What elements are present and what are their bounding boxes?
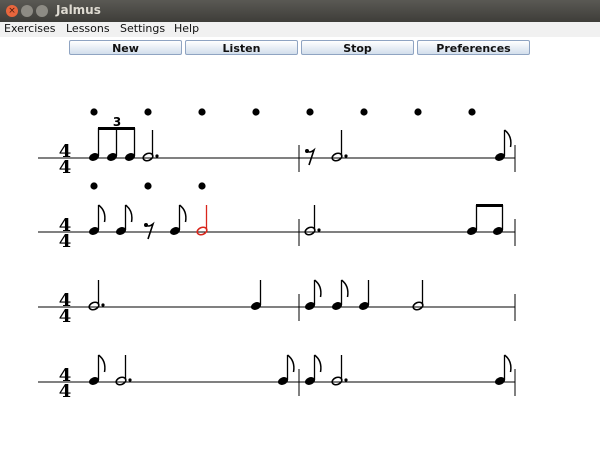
beat-marker xyxy=(252,108,260,116)
metronome-beats xyxy=(90,182,206,190)
window-title: Jalmus xyxy=(56,3,101,17)
dotted-half-note xyxy=(114,355,132,387)
triplet-label: 3 xyxy=(113,115,121,129)
half-note xyxy=(411,280,425,312)
menu-help[interactable]: Help xyxy=(174,22,199,36)
staff-row-2: 4 4 xyxy=(38,182,516,252)
beat-marker xyxy=(198,182,206,190)
beat-marker xyxy=(144,108,152,116)
metronome-beats xyxy=(90,108,476,116)
triplet-group: 3 xyxy=(87,115,137,163)
time-signature-bottom: 4 xyxy=(59,157,72,178)
beat-marker xyxy=(360,108,368,116)
eighth-rest xyxy=(305,147,316,166)
title-bar: × Jalmus xyxy=(0,0,600,22)
quarter-note xyxy=(249,280,263,312)
menu-settings[interactable]: Settings xyxy=(120,22,165,36)
dotted-half-note xyxy=(141,130,159,163)
quarter-note xyxy=(357,280,371,312)
staff-row-4: 4 4 xyxy=(38,354,516,402)
beat-marker xyxy=(468,108,476,116)
dotted-half-note xyxy=(330,130,348,163)
maximize-icon[interactable] xyxy=(36,5,48,17)
highlighted-half-note xyxy=(196,205,208,236)
time-signature-bottom: 4 xyxy=(59,381,72,402)
time-signature-bottom: 4 xyxy=(59,306,72,327)
menu-exercises[interactable]: Exercises xyxy=(4,22,56,36)
eighth-rest xyxy=(144,221,155,240)
menu-lessons[interactable]: Lessons xyxy=(66,22,110,36)
menu-bar: Exercises Lessons Settings Help xyxy=(0,22,600,37)
beat-marker xyxy=(306,108,314,116)
stop-button[interactable]: Stop xyxy=(301,40,414,55)
staff-row-1: 4 4 3 xyxy=(38,108,516,178)
beat-marker xyxy=(414,108,422,116)
beat-marker xyxy=(90,182,98,190)
score-canvas: 4 4 3 4 4 4 4 4 4 xyxy=(38,108,516,402)
close-icon[interactable]: × xyxy=(6,5,18,17)
dotted-half-note xyxy=(303,205,321,237)
new-button[interactable]: New xyxy=(69,40,182,55)
beat-marker xyxy=(198,108,206,116)
staff-row-3: 4 4 xyxy=(38,279,516,327)
dotted-half-note xyxy=(87,280,105,312)
dotted-half-note xyxy=(330,355,348,387)
preferences-button[interactable]: Preferences xyxy=(417,40,530,55)
beat-marker xyxy=(144,182,152,190)
listen-button[interactable]: Listen xyxy=(185,40,298,55)
beat-marker xyxy=(90,108,98,116)
time-signature-bottom: 4 xyxy=(59,231,72,252)
minimize-icon[interactable] xyxy=(21,5,33,17)
